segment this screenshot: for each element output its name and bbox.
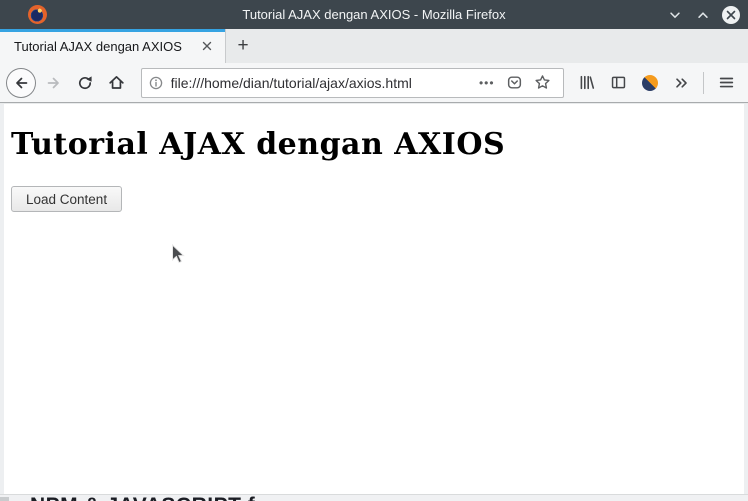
clipped-watermark-text: NPM & JAVASCRIPT f: [30, 495, 330, 501]
double-chevron-right-icon: [675, 77, 687, 88]
firefox-logo-icon: [28, 5, 47, 24]
bookmark-star-button[interactable]: [530, 70, 556, 96]
reload-button[interactable]: [70, 68, 100, 98]
pocket-icon: [508, 76, 522, 89]
window-title: Tutorial AJAX dengan AXIOS - Mozilla Fir…: [242, 7, 506, 22]
back-button[interactable]: [6, 67, 36, 98]
toolbar-separator: [703, 71, 705, 94]
close-button[interactable]: [722, 5, 740, 24]
page-actions-button[interactable]: •••: [474, 70, 500, 96]
library-button[interactable]: [572, 68, 602, 98]
maximize-button[interactable]: [694, 6, 712, 24]
home-button[interactable]: [102, 68, 132, 98]
hamburger-icon: [719, 77, 733, 88]
close-icon: [726, 10, 736, 19]
url-text[interactable]: file:///home/dian/tutorial/ajax/axios.ht…: [171, 75, 473, 91]
plus-icon: +: [237, 35, 249, 56]
window-controls: [666, 0, 740, 29]
new-tab-button[interactable]: +: [226, 29, 260, 63]
star-icon: [535, 75, 550, 89]
library-icon: [580, 75, 595, 90]
chevron-down-icon: [670, 11, 680, 18]
ellipsis-icon: •••: [478, 75, 495, 90]
menu-button[interactable]: [711, 68, 741, 98]
titlebar: Tutorial AJAX dengan AXIOS - Mozilla Fir…: [0, 0, 748, 29]
reload-icon: [79, 75, 92, 89]
firefox-window: Tutorial AJAX dengan AXIOS - Mozilla Fir…: [0, 0, 748, 501]
sidebar-icon: [611, 76, 625, 89]
bottom-left-fragment: [0, 497, 9, 501]
arrow-right-icon: [47, 77, 59, 88]
close-icon: [202, 41, 212, 51]
arrow-left-icon: [15, 77, 28, 88]
save-to-pocket-button[interactable]: [502, 70, 528, 96]
tab-label: Tutorial AJAX dengan AXIOS: [14, 38, 182, 54]
overflow-menu-button[interactable]: [667, 68, 697, 98]
sidebar-button[interactable]: [603, 68, 633, 98]
minimize-button[interactable]: [666, 6, 684, 24]
tab-tutorial-ajax[interactable]: Tutorial AJAX dengan AXIOS: [0, 29, 226, 63]
forward-button[interactable]: [39, 68, 69, 98]
extension-button[interactable]: [635, 68, 665, 98]
extension-icon: [641, 74, 658, 91]
browser-content-area: Tutorial AJAX dengan AXIOS Load Content …: [0, 104, 748, 501]
tab-close-button[interactable]: [197, 36, 217, 56]
home-icon: [109, 76, 125, 89]
chevron-up-icon: [698, 11, 708, 18]
info-icon[interactable]: [148, 75, 164, 91]
page-title: Tutorial AJAX dengan AXIOS: [11, 127, 506, 162]
web-page: Tutorial AJAX dengan AXIOS Load Content: [4, 104, 744, 494]
mouse-cursor: [172, 244, 185, 264]
tab-strip: Tutorial AJAX dengan AXIOS +: [0, 29, 748, 63]
navigation-toolbar: file:///home/dian/tutorial/ajax/axios.ht…: [0, 63, 748, 103]
load-content-button[interactable]: Load Content: [11, 186, 123, 212]
address-bar[interactable]: file:///home/dian/tutorial/ajax/axios.ht…: [140, 67, 564, 98]
